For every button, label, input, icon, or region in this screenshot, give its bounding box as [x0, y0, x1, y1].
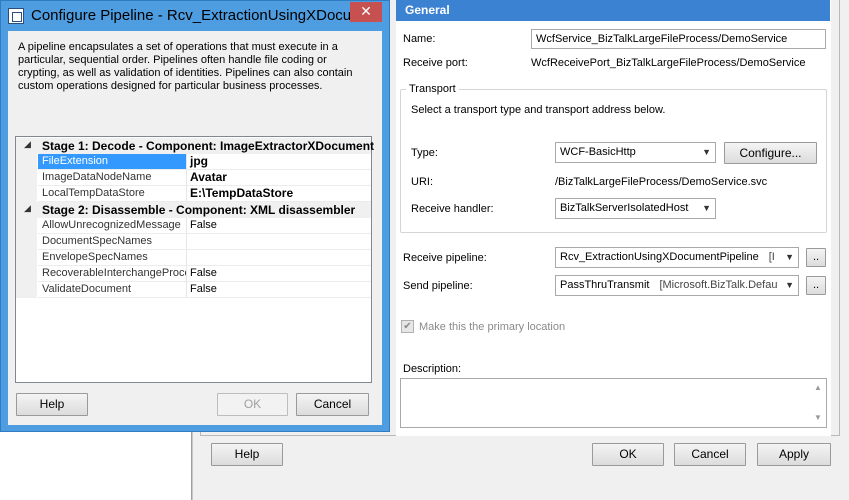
row-gutter [16, 154, 37, 170]
stage-header[interactable]: ◢ Stage 2: Disassemble - Component: XML … [16, 202, 371, 218]
location-apply-button[interactable]: Apply [757, 443, 831, 466]
scroll-down-icon: ▼ [814, 413, 822, 422]
property-name[interactable]: RecoverableInterchangeProcessing [38, 266, 187, 282]
property-row[interactable]: FileExtension jpg [16, 154, 371, 170]
collapse-triangle-icon[interactable]: ◢ [24, 203, 31, 214]
dialog-ok-button[interactable]: OK [217, 393, 288, 416]
stage-header-label: Stage 2: Disassemble - Component: XML di… [42, 203, 356, 217]
property-value[interactable]: False [187, 266, 371, 282]
property-value[interactable]: jpg [187, 154, 371, 170]
property-value[interactable] [187, 250, 371, 266]
primary-location-label: Make this the primary location [419, 321, 566, 333]
property-value[interactable] [187, 234, 371, 250]
property-row[interactable]: DocumentSpecNames [16, 234, 371, 250]
row-gutter [16, 234, 37, 250]
chevron-down-icon: ▼ [702, 203, 711, 213]
description-textarea[interactable]: ▲ ▼ [400, 378, 827, 428]
description-label: Description: [403, 363, 462, 375]
row-gutter [16, 250, 37, 266]
dialog-titlebar[interactable]: Configure Pipeline - Rcv_ExtractionUsing… [1, 1, 389, 31]
send-pipeline-assembly: [Microsoft.BizTalk.Defau [659, 279, 778, 291]
send-pipeline-configure-button[interactable]: .. [806, 276, 826, 295]
close-icon: ✕ [360, 3, 372, 19]
chevron-down-icon: ▼ [785, 280, 794, 290]
receive-handler-label: Receive handler: [411, 203, 494, 215]
receive-pipeline-configure-button[interactable]: .. [806, 248, 826, 267]
property-name[interactable]: ValidateDocument [38, 282, 187, 298]
dialog-title: Configure Pipeline - Rcv_ExtractionUsing… [31, 7, 351, 24]
receive-pipeline-select[interactable]: Rcv_ExtractionUsingXDocumentPipeline [I ▼ [555, 247, 799, 268]
configure-button[interactable]: Configure... [724, 142, 817, 164]
receive-pipeline-label: Receive pipeline: [403, 252, 487, 264]
type-label: Type: [411, 147, 438, 159]
receive-port-label: Receive port: [403, 57, 468, 69]
transport-type-select[interactable]: WCF-BasicHttp ▼ [555, 142, 716, 163]
receive-handler-select[interactable]: BizTalkServerIsolatedHost ▼ [555, 198, 716, 219]
primary-location-checkbox[interactable]: ✔ [401, 320, 414, 333]
uri-value: /BizTalkLargeFileProcess/DemoService.svc [555, 176, 768, 188]
uri-label: URI: [411, 176, 433, 188]
close-button[interactable]: ✕ [350, 2, 382, 22]
receive-handler-value: BizTalkServerIsolatedHost [560, 202, 689, 214]
property-row[interactable]: ValidateDocument False [16, 282, 371, 298]
section-title: General [396, 0, 830, 21]
property-name[interactable]: ImageDataNodeName [38, 170, 187, 186]
location-cancel-button[interactable]: Cancel [674, 443, 746, 466]
property-row[interactable]: RecoverableInterchangeProcessing False [16, 266, 371, 282]
send-pipeline-label: Send pipeline: [403, 280, 473, 292]
send-pipeline-select[interactable]: PassThruTransmit [Microsoft.BizTalk.Defau… [555, 275, 799, 296]
row-gutter [16, 282, 37, 298]
pipeline-description: A pipeline encapsulates a set of operati… [18, 41, 353, 92]
stage-header-label: Stage 1: Decode - Component: ImageExtrac… [42, 139, 375, 153]
chevron-down-icon: ▼ [785, 252, 794, 262]
stage-header[interactable]: ◢ Stage 1: Decode - Component: ImageExtr… [16, 138, 375, 154]
name-input[interactable]: WcfService_BizTalkLargeFileProcess/DemoS… [531, 29, 826, 49]
property-row[interactable]: AllowUnrecognizedMessage False [16, 218, 371, 234]
property-row[interactable]: ImageDataNodeName Avatar [16, 170, 371, 186]
transport-instruction: Select a transport type and transport ad… [411, 104, 666, 116]
transport-type-value: WCF-BasicHttp [560, 146, 636, 158]
row-gutter [16, 266, 37, 282]
property-row[interactable]: EnvelopeSpecNames [16, 250, 371, 266]
property-name[interactable]: DocumentSpecNames [38, 234, 187, 250]
property-row[interactable]: LocalTempDataStore E:\TempDataStore [16, 186, 371, 202]
chevron-down-icon: ▼ [702, 147, 711, 157]
property-name[interactable]: FileExtension [38, 154, 187, 170]
row-gutter [16, 186, 37, 202]
property-value[interactable]: False [187, 218, 371, 234]
property-name[interactable]: EnvelopeSpecNames [38, 250, 187, 266]
pipeline-property-grid[interactable]: ◢ Stage 1: Decode - Component: ImageExtr… [15, 136, 375, 383]
location-help-button[interactable]: Help [211, 443, 283, 466]
property-value[interactable]: False [187, 282, 371, 298]
row-gutter [16, 218, 37, 234]
name-label: Name: [403, 33, 436, 45]
dialog-help-button[interactable]: Help [16, 393, 88, 416]
send-pipeline-value: PassThruTransmit [560, 279, 650, 291]
transport-group-title: Transport [406, 83, 459, 95]
property-name[interactable]: LocalTempDataStore [38, 186, 187, 202]
property-value[interactable]: Avatar [187, 170, 371, 186]
scroll-up-icon: ▲ [814, 383, 822, 392]
application-icon [8, 8, 24, 24]
property-name[interactable]: AllowUnrecognizedMessage [38, 218, 187, 234]
location-ok-button[interactable]: OK [592, 443, 664, 466]
property-value[interactable]: E:\TempDataStore [187, 186, 371, 202]
receive-pipeline-value: Rcv_ExtractionUsingXDocumentPipeline [560, 251, 759, 263]
receive-port-value: WcfReceivePort_BizTalkLargeFileProcess/D… [531, 57, 806, 69]
receive-pipeline-assembly: [I [768, 251, 775, 263]
collapse-triangle-icon[interactable]: ◢ [24, 139, 31, 150]
dialog-cancel-button[interactable]: Cancel [296, 393, 369, 416]
row-gutter [16, 170, 37, 186]
